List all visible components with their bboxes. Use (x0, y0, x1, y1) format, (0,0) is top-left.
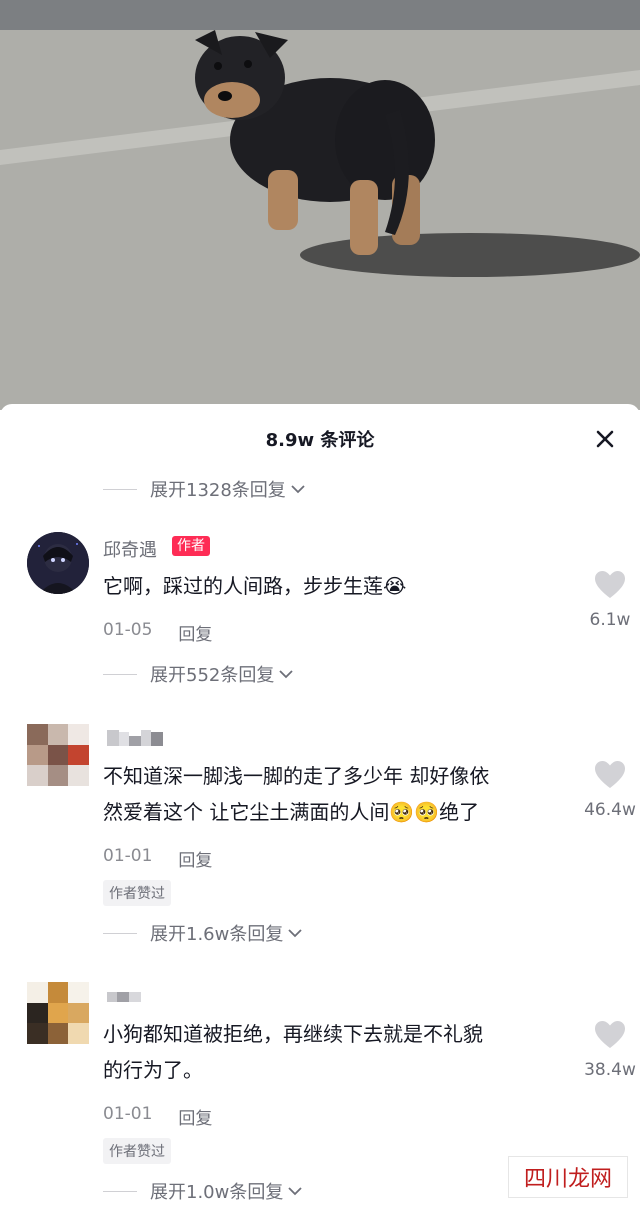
reply-button[interactable]: 回复 (178, 1104, 212, 1129)
comment-text-line: 不知道深一脚浅一脚的走了多少年 却好像依 (103, 764, 490, 788)
chevron-down-icon (288, 1187, 302, 1196)
author-liked-badge: 作者赞过 (103, 1138, 171, 1164)
username[interactable]: 邱奇遇 (103, 536, 157, 562)
avatar[interactable] (27, 532, 89, 594)
comment-text: 它啊，踩过的人间路，步步生莲😭 (103, 574, 407, 598)
chevron-down-icon (279, 670, 293, 679)
like-count: 38.4w (584, 1060, 636, 1080)
expand-replies-button[interactable]: 展开1.6w条回复 (103, 918, 303, 948)
close-icon (596, 430, 614, 448)
comment-text: 不知道深一脚浅一脚的走了多少年 却好像依 然爱着这个 让它尘土满面的人间🥺🥺绝了 (103, 758, 573, 830)
comment-date: 01-01 (103, 846, 153, 866)
expand-replies-label: 展开1328条回复 (150, 480, 286, 501)
avatar-image-pixelated (27, 982, 89, 1044)
heart-icon (595, 761, 625, 788)
author-liked-badge: 作者赞过 (103, 880, 171, 906)
divider-dash (103, 1190, 137, 1192)
close-button[interactable] (590, 424, 620, 454)
comments-sheet: 8.9w 条评论 展开1328条回复 邱奇遇 作者 它啊，踩过的人间路，步步生莲… (0, 404, 640, 1205)
pixelated-username (107, 992, 141, 1002)
expand-replies-label: 展开1.6w条回复 (150, 924, 284, 945)
author-tag: 作者 (172, 536, 210, 556)
comment-meta: 01-05 回复 (103, 620, 212, 645)
divider-dash (103, 932, 137, 934)
reply-button[interactable]: 回复 (178, 620, 212, 645)
comment-meta: 01-01 回复 (103, 1104, 212, 1129)
video-thumbnail-photo (0, 0, 640, 410)
like-button[interactable]: 6.1w (578, 570, 640, 630)
avatar-image-pixelated (27, 724, 89, 786)
avatar-image (27, 532, 89, 594)
like-count: 6.1w (589, 610, 631, 630)
avatar[interactable] (27, 724, 89, 786)
comment-text-line: 的行为了。 (103, 1058, 203, 1082)
username-pixelated[interactable] (103, 726, 169, 757)
expand-replies-button[interactable]: 展开552条回复 (103, 659, 294, 689)
comment-text: 小狗都知道被拒绝，再继续下去就是不礼貌 的行为了。 (103, 1016, 573, 1088)
reply-button[interactable]: 回复 (178, 846, 212, 871)
username-pixelated[interactable] (103, 988, 149, 1013)
heart-icon (595, 571, 625, 598)
chevron-down-icon (288, 929, 302, 938)
pixelated-username (107, 730, 163, 746)
heart-icon (595, 1021, 625, 1048)
watermark-logo: 四川龙网 (508, 1156, 628, 1198)
avatar[interactable] (27, 982, 89, 1044)
expand-replies-label: 展开1.0w条回复 (150, 1182, 284, 1203)
comment-date: 01-05 (103, 620, 153, 640)
comments-header: 8.9w 条评论 (0, 404, 640, 470)
expand-replies-button[interactable]: 展开1.0w条回复 (103, 1176, 303, 1206)
divider-dash (103, 488, 137, 490)
comment-count-title: 8.9w 条评论 (265, 430, 375, 451)
expand-replies-button[interactable]: 展开1328条回复 (103, 474, 306, 504)
comment-date: 01-01 (103, 1104, 153, 1124)
divider-dash (103, 673, 137, 675)
chevron-down-icon (291, 485, 305, 494)
comment-text-line: 然爱着这个 让它尘土满面的人间🥺🥺绝了 (103, 800, 480, 824)
like-button[interactable]: 38.4w (578, 1020, 640, 1080)
comment-meta: 01-01 回复 (103, 846, 212, 871)
like-count: 46.4w (584, 800, 636, 820)
like-button[interactable]: 46.4w (578, 760, 640, 820)
comment-text-line: 小狗都知道被拒绝，再继续下去就是不礼貌 (103, 1022, 483, 1046)
expand-replies-label: 展开552条回复 (150, 665, 275, 686)
